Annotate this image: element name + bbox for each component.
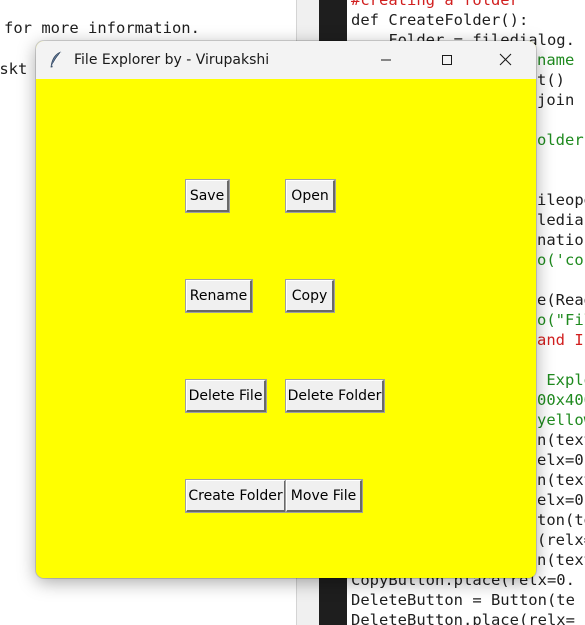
console-line: eskt (0, 60, 28, 78)
code-line: o('cor (537, 251, 585, 269)
close-button[interactable] (482, 41, 528, 79)
code-line: o("Fil (537, 311, 585, 329)
file-explorer-window: File Explorer by - Virupakshi Save Open … (36, 41, 536, 578)
code-line: ledia (537, 211, 584, 229)
save-button[interactable]: Save (185, 179, 230, 213)
move-file-button[interactable]: Move File (285, 479, 363, 513)
window-client-area: Save Open Rename Copy Delete File Delete… (36, 79, 536, 578)
code-line: #creating a folder (351, 0, 519, 9)
code-line: name (537, 51, 575, 69)
code-line: join (537, 91, 575, 109)
code-line: n(text (537, 471, 585, 489)
delete-folder-button[interactable]: Delete Folder (285, 379, 385, 413)
code-line: DeleteButton = Button(te (351, 591, 575, 609)
rename-button[interactable]: Rename (185, 279, 253, 313)
copy-button[interactable]: Copy (285, 279, 335, 313)
code-line: ileope (537, 191, 585, 209)
console-line: for more information. (4, 19, 200, 37)
delete-file-button[interactable]: Delete File (185, 379, 267, 413)
code-line: t() (537, 71, 565, 89)
code-line: def CreateFolder(): (351, 11, 529, 29)
code-line: ton(te (537, 511, 585, 529)
minimize-button[interactable] (363, 41, 409, 79)
title-bar[interactable]: File Explorer by - Virupakshi (36, 41, 536, 79)
code-line: DeleteButton.place(relx= (351, 611, 575, 625)
code-line: (relx= (537, 531, 585, 549)
open-button[interactable]: Open (285, 179, 336, 213)
maximize-button[interactable] (424, 41, 470, 79)
code-line: and In (537, 331, 585, 349)
code-line: e(Read (537, 291, 585, 309)
code-line: elx=0. (537, 451, 585, 469)
code-line: yellow (537, 411, 585, 429)
code-line: nation (537, 231, 585, 249)
code-line: Explo (546, 371, 585, 389)
window-title: File Explorer by - Virupakshi (74, 52, 270, 68)
minimize-icon (380, 51, 392, 70)
code-line: elx=0. (537, 491, 585, 509)
close-icon (499, 51, 512, 70)
create-folder-button[interactable]: Create Folder (185, 479, 287, 513)
feather-icon (48, 50, 64, 70)
code-line: 00x400 (537, 391, 585, 409)
code-line: older (537, 131, 584, 149)
code-line: n(text (537, 551, 585, 569)
code-line: n(text (537, 431, 585, 449)
maximize-icon (441, 51, 453, 70)
